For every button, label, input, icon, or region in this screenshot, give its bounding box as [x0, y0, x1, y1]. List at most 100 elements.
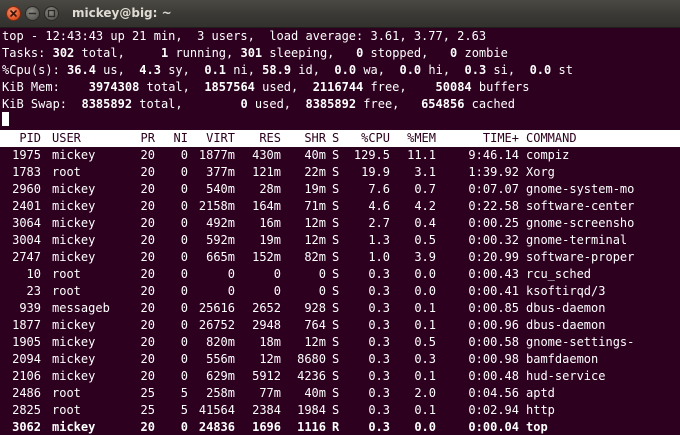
cell-command: hud-service: [526, 369, 606, 383]
cell-mem: 0.3: [414, 352, 436, 366]
cell-res: 18m: [259, 335, 281, 349]
cell-user: mickey: [52, 182, 96, 196]
column-header-pid: PID: [19, 131, 41, 145]
cell-mem: 0.0: [414, 284, 436, 298]
cell-user: mickey: [52, 420, 96, 434]
cell-mem: 0.4: [414, 216, 436, 230]
cell-command: gnome-screensho: [526, 216, 635, 230]
cell-pid: 3004: [12, 233, 41, 247]
cell-ni: 0: [180, 148, 188, 162]
cell-user: mickey: [52, 335, 96, 349]
cpu-id: 58.9: [262, 63, 292, 77]
cell-shr: 1116: [297, 420, 326, 434]
cell-state: S: [332, 216, 340, 230]
text-cursor: [2, 112, 9, 126]
cell-command: Xorg: [526, 165, 555, 179]
cell-res: 0: [273, 284, 281, 298]
cell-mem: 0.5: [414, 233, 436, 247]
cell-cpu: 0.3: [368, 369, 390, 383]
cell-res: 2384: [252, 403, 281, 417]
terminal-output[interactable]: top - 12:43:43 up 21 min, 3 users, load …: [0, 28, 680, 435]
cpu-wa: 0.0: [334, 63, 357, 77]
cell-pr: 20: [140, 165, 155, 179]
cell-ni: 0: [180, 335, 188, 349]
cell-cpu: 0.3: [368, 403, 390, 417]
cell-time: 0:00.43: [468, 267, 519, 281]
cell-command: gnome-system-mo: [526, 182, 635, 196]
cell-res: 77m: [259, 386, 281, 400]
cell-res: 28m: [259, 182, 281, 196]
cell-mem: 0.1: [414, 318, 436, 332]
cell-user: root: [52, 386, 81, 400]
tasks-running: 1: [160, 46, 169, 60]
cell-user: root: [52, 165, 81, 179]
table-row: 1975 mickey 20 0 1877m 430m 40m S 129.5 11.1 9:46.…: [0, 147, 680, 164]
cell-shr: 764: [304, 318, 326, 332]
cell-pid: 2747: [12, 250, 41, 264]
cell-res: 19m: [259, 233, 281, 247]
cell-pr: 20: [140, 250, 155, 264]
cell-cpu: 1.0: [368, 250, 390, 264]
cell-shr: 40m: [304, 148, 326, 162]
cell-cpu: 0.3: [368, 335, 390, 349]
cell-ni: 0: [180, 165, 188, 179]
minimize-icon: [28, 12, 37, 15]
cell-state: S: [332, 301, 340, 315]
process-table-header: PID USER PR NI VIRT RES SHR S %CPU %MEM TIME+ COMMA…: [0, 130, 680, 147]
table-row: 3062 mickey 20 0 24836 1696 1116 R 0.3 0.0 0:00.04…: [0, 419, 680, 435]
summary-uptime-line: top - 12:43:43 up 21 min, 3 users, load …: [2, 28, 486, 45]
table-row: 2106 mickey 20 0 629m 5912 4236 S 0.3 0.1 0:00.48 h…: [0, 368, 680, 385]
cell-pid: 23: [26, 284, 41, 298]
cell-time: 0:00.98: [468, 352, 519, 366]
cell-time: 0:00.58: [468, 335, 519, 349]
cell-pr: 20: [140, 182, 155, 196]
cell-command: ksoftirqd/3: [526, 284, 606, 298]
cell-command: gnome-terminal: [526, 233, 628, 247]
cell-pid: 2401: [12, 199, 41, 213]
cell-shr: 928: [304, 301, 326, 315]
cell-virt: 556m: [206, 352, 235, 366]
cell-cpu: 0.3: [368, 318, 390, 332]
cell-time: 0:00.96: [468, 318, 519, 332]
cell-ni: 0: [180, 250, 188, 264]
cell-state: S: [332, 233, 340, 247]
window-titlebar[interactable]: mickey@big: ~: [0, 0, 680, 28]
terminal-window: mickey@big: ~ top - 12:43:43 up 21 min, …: [0, 0, 680, 435]
column-header-mem: %MEM: [407, 131, 436, 145]
cell-cpu: 0.3: [368, 267, 390, 281]
table-row: 2486 root 25 5 258m 77m 40m S 0.3 2.0 0:04.56 aptd: [0, 385, 680, 402]
cell-shr: 12m: [304, 233, 326, 247]
column-header-command: COMMAND: [526, 131, 577, 145]
close-button[interactable]: [6, 6, 21, 21]
cell-ni: 5: [180, 403, 188, 417]
cell-virt: 0: [227, 267, 235, 281]
minimize-button[interactable]: [25, 6, 40, 21]
cell-ni: 0: [180, 284, 188, 298]
cell-shr: 19m: [304, 182, 326, 196]
mem-used: 1857564: [204, 80, 255, 94]
cell-ni: 5: [180, 386, 188, 400]
cell-pid: 1905: [12, 335, 41, 349]
maximize-button[interactable]: [44, 6, 59, 21]
cell-time: 0:07.07: [468, 182, 519, 196]
cell-state: S: [332, 335, 340, 349]
cell-shr: 12m: [304, 216, 326, 230]
cell-pid: 2825: [12, 403, 41, 417]
cell-pr: 20: [140, 335, 155, 349]
cell-pid: 2960: [12, 182, 41, 196]
cell-pid: 3064: [12, 216, 41, 230]
cell-pid: 10: [26, 267, 41, 281]
cell-time: 0:00.32: [468, 233, 519, 247]
cell-ni: 0: [180, 352, 188, 366]
cell-mem: 0.0: [414, 267, 436, 281]
cell-command: dbus-daemon: [526, 318, 606, 332]
cell-cpu: 0.3: [368, 386, 390, 400]
column-header-shr: SHR: [304, 131, 326, 145]
table-row: 2094 mickey 20 0 556m 12m 8680 S 0.3 0.3 0:00.98 ba…: [0, 351, 680, 368]
cell-time: 0:22.58: [468, 199, 519, 213]
swap-label: KiB Swap:: [2, 97, 68, 111]
column-header-cpu: %CPU: [361, 131, 390, 145]
cell-state: S: [332, 284, 340, 298]
cell-pr: 20: [140, 352, 155, 366]
cell-state: S: [332, 369, 340, 383]
